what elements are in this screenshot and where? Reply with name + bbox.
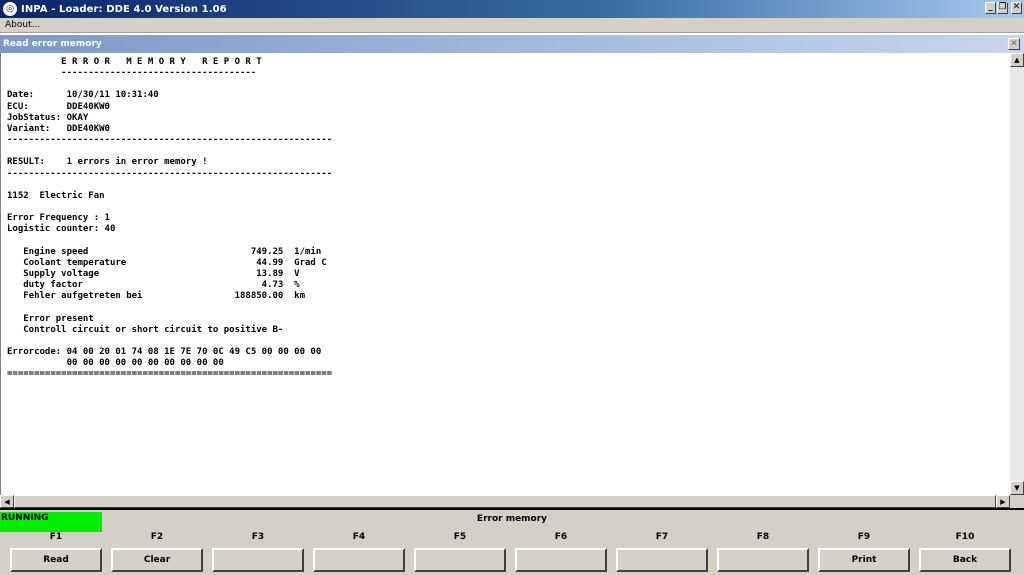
fkey-label-f2: F2	[150, 532, 164, 542]
report-line: Controll circuit or short circuit to pos…	[7, 324, 284, 335]
report-line: ------------------------------------	[7, 68, 257, 79]
report-line: Error Frequency : 1	[7, 213, 110, 224]
report-line	[7, 146, 1010, 157]
print-button[interactable]: Print	[818, 548, 910, 572]
error-memory-report: E R R O R M E M O R Y R E P O R T ------…	[1, 53, 1010, 381]
f4-button[interactable]	[313, 548, 405, 572]
app-icon: ◎	[3, 2, 17, 16]
vertical-scrollbar[interactable]: ▲ ▼	[1010, 53, 1024, 508]
child-close-icon[interactable]: ✕	[1008, 38, 1020, 50]
f7-button[interactable]	[616, 548, 708, 572]
report-line: JobStatus: OKAY	[7, 112, 89, 123]
report-line	[7, 180, 1010, 191]
f8-button[interactable]	[717, 548, 809, 572]
report-line: 00 00 00 00 00 00 00 00 00 00	[7, 358, 224, 369]
report-line	[7, 202, 1010, 213]
close-icon[interactable]: ✕	[1011, 2, 1022, 14]
report-line: Engine speed 749.25 1/min	[7, 246, 322, 257]
report-line	[7, 236, 1010, 247]
fkey-label-f9: F9	[857, 532, 871, 542]
report-area[interactable]: E R R O R M E M O R Y R E P O R T ------…	[0, 53, 1010, 495]
restore-icon[interactable]: ❐	[997, 2, 1008, 14]
horizontal-scroll-thumb[interactable]	[14, 495, 996, 508]
fkey-label-f8: F8	[756, 532, 770, 542]
title-bar: ◎ INPA - Loader: DDE 4.0 Version 1.06 _ …	[0, 0, 1024, 18]
report-line: ----------------------------------------…	[7, 135, 333, 146]
report-line: ========================================…	[7, 369, 333, 380]
report-line: 1152 Electric Fan	[7, 190, 105, 201]
clear-button[interactable]: Clear	[111, 548, 203, 572]
report-line: Logistic counter: 40	[7, 224, 116, 235]
f5-button[interactable]	[414, 548, 506, 572]
f6-button[interactable]	[515, 548, 607, 572]
window-controls: _ ❐ ✕	[985, 2, 1022, 14]
scrollbar-corner	[1010, 495, 1024, 508]
report-line: ECU: DDE40KW0	[7, 101, 110, 112]
report-line	[7, 79, 1010, 90]
report-line: Fehler aufgetreten bei 188850.00 km	[7, 291, 306, 302]
fkey-label-f7: F7	[655, 532, 669, 542]
fkey-label-f5: F5	[453, 532, 467, 542]
fkey-label-f4: F4	[352, 532, 366, 542]
report-line: Errorcode: 04 00 20 01 74 08 1E 7E 70 0C…	[7, 347, 322, 358]
child-window-title: Read error memory	[3, 39, 102, 49]
report-line	[7, 336, 1010, 347]
window-title: INPA - Loader: DDE 4.0 Version 1.06	[21, 3, 227, 15]
fkey-label-f3: F3	[251, 532, 265, 542]
report-line: Supply voltage 13.89 V	[7, 268, 300, 279]
minimize-icon[interactable]: _	[985, 2, 996, 14]
back-button[interactable]: Back	[919, 548, 1011, 572]
report-line: duty factor 4.73 %	[7, 280, 300, 291]
report-line	[7, 302, 1010, 313]
report-line: E R R O R M E M O R Y R E P O R T	[7, 57, 262, 67]
scroll-up-icon[interactable]: ▲	[1010, 53, 1024, 67]
report-line: ----------------------------------------…	[7, 168, 333, 179]
child-title-bar: Read error memory ✕	[0, 35, 1024, 53]
scroll-down-icon[interactable]: ▼	[1010, 481, 1024, 495]
fkey-label-f1: F1	[49, 532, 63, 542]
horizontal-scrollbar[interactable]: ◀ ▶	[0, 495, 1010, 508]
menu-about[interactable]: About...	[3, 20, 42, 30]
fkey-label-f6: F6	[554, 532, 568, 542]
read-button[interactable]: Read	[10, 548, 102, 572]
report-line: Error present	[7, 313, 94, 324]
report-line: Date: 10/30/11 10:31:40	[7, 90, 159, 101]
report-line: Coolant temperature 44.99 Grad C	[7, 257, 327, 268]
report-line: Variant: DDE40KW0	[7, 123, 110, 134]
report-line: RESULT: 1 errors in error memory !	[7, 157, 208, 168]
status-message: Error memory	[476, 514, 548, 524]
scroll-left-icon[interactable]: ◀	[0, 495, 14, 508]
menu-bar: About...	[0, 18, 1024, 33]
fkey-label-f10: F10	[955, 532, 975, 542]
scroll-right-icon[interactable]: ▶	[996, 495, 1010, 508]
status-panel: RUNNING Error memory F1 F2 F3 F4 F5 F6 F…	[0, 508, 1024, 575]
f3-button[interactable]	[212, 548, 304, 572]
